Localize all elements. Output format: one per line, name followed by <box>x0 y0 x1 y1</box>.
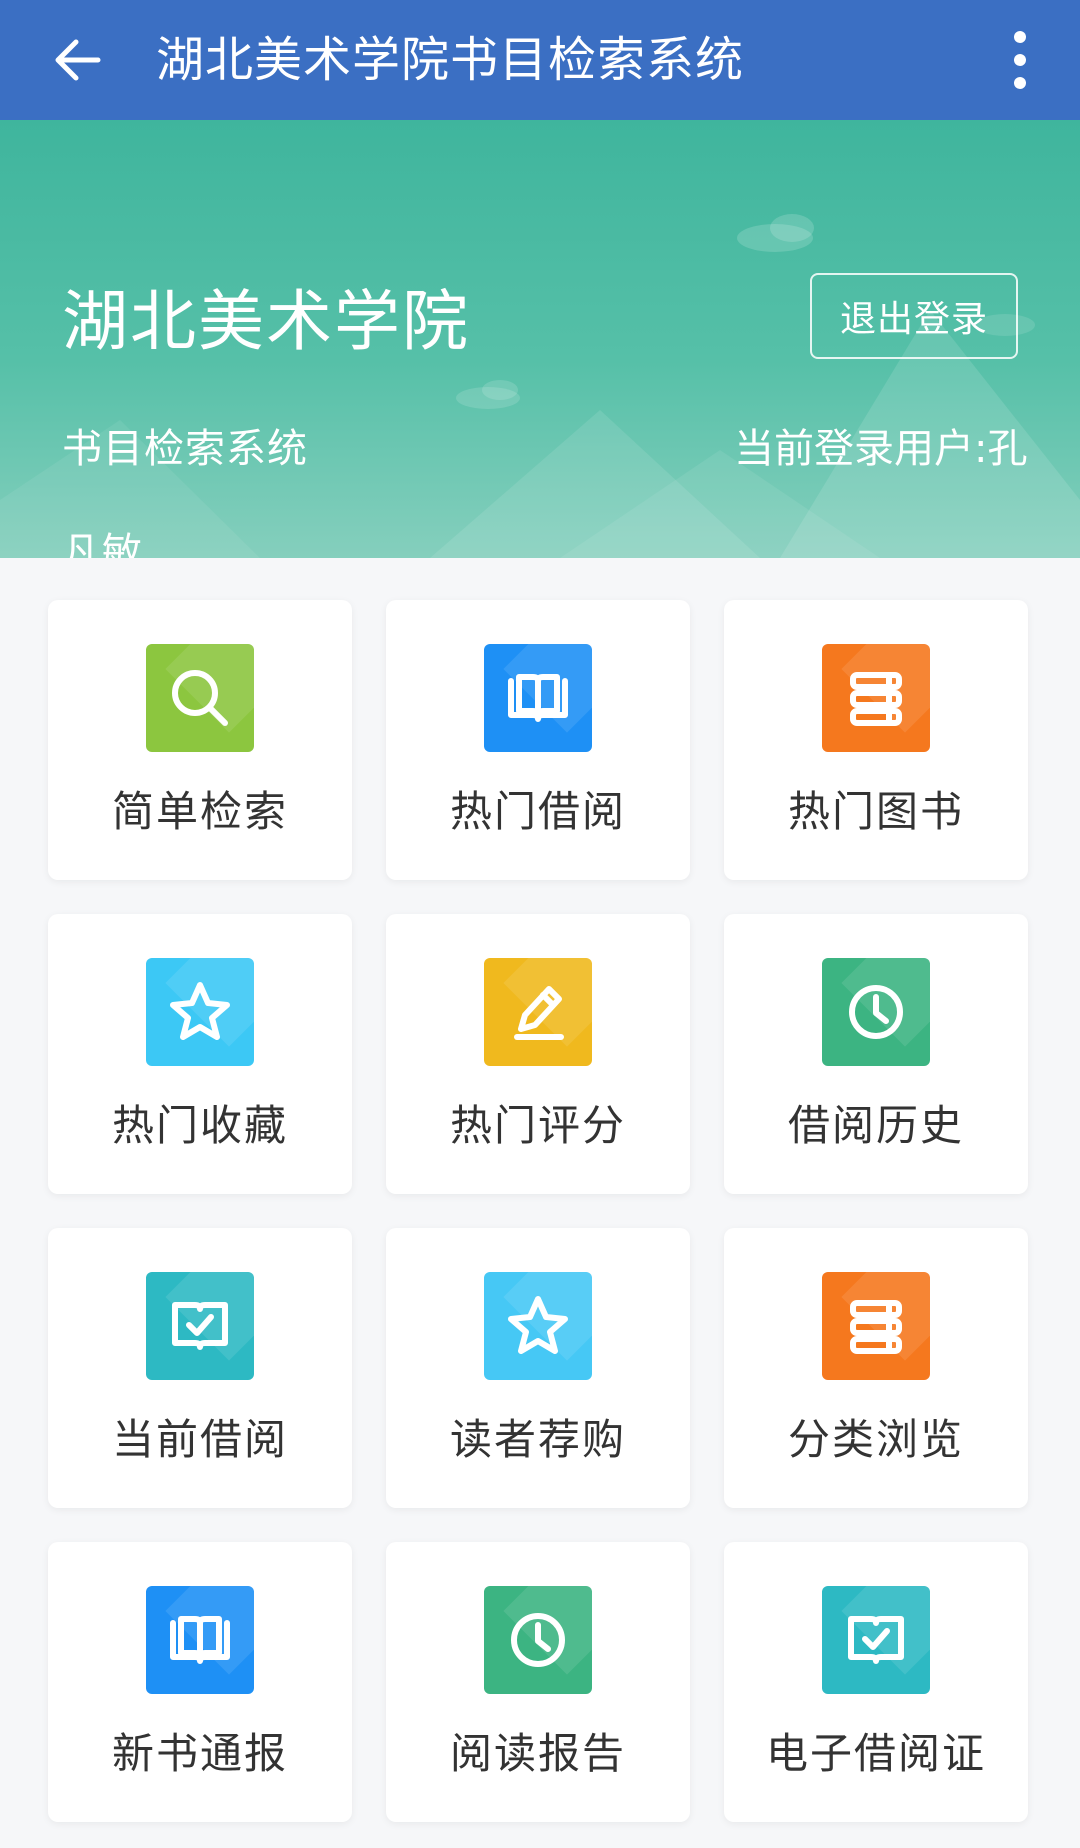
clock-icon <box>822 958 930 1066</box>
menu-tile[interactable]: 读者荐购 <box>386 1228 690 1508</box>
book-stack-icon <box>822 644 930 752</box>
search-icon <box>146 644 254 752</box>
menu-tile-label: 阅读报告 <box>449 1729 626 1778</box>
clock-icon <box>484 1586 592 1694</box>
open-book-icon <box>484 644 592 752</box>
more-vert-dot <box>1014 54 1026 66</box>
menu-tile-label: 读者荐购 <box>449 1415 626 1464</box>
menu-tile[interactable]: 借阅历史 <box>724 914 1028 1194</box>
menu-tile-label: 热门图书 <box>787 787 964 836</box>
arrow-left-icon <box>55 39 101 81</box>
current-user-label: 当前登录用户:孔 <box>734 426 1028 472</box>
back-button[interactable] <box>40 22 116 98</box>
app-title: 湖北美术学院书目检索系统 <box>156 32 745 88</box>
more-options-button[interactable] <box>988 14 1052 106</box>
menu-tile-label: 新书通报 <box>111 1729 288 1778</box>
menu-tile-label: 热门评分 <box>449 1101 626 1150</box>
star-icon <box>146 958 254 1066</box>
menu-tile-label: 热门借阅 <box>449 787 626 836</box>
menu-tile-label: 借阅历史 <box>787 1101 964 1150</box>
banner-title: 湖北美术学院 <box>62 283 470 360</box>
pencil-icon <box>484 958 592 1066</box>
book-check-icon <box>822 1586 930 1694</box>
menu-tile[interactable]: 当前借阅 <box>48 1228 352 1508</box>
open-book-icon <box>146 1586 254 1694</box>
more-vert-icon <box>1014 31 1026 43</box>
menu-tile-label: 分类浏览 <box>787 1415 964 1464</box>
menu-tile[interactable]: 热门评分 <box>386 914 690 1194</box>
menu-tile[interactable]: 热门图书 <box>724 600 1028 880</box>
more-vert-dot <box>1014 77 1026 89</box>
menu-tile-label: 简单检索 <box>111 787 288 836</box>
app-bar: 湖北美术学院书目检索系统 <box>0 0 1080 120</box>
menu-tile-label: 热门收藏 <box>111 1101 288 1150</box>
menu-tile[interactable]: 电子借阅证 <box>724 1542 1028 1822</box>
menu-tile[interactable]: 阅读报告 <box>386 1542 690 1822</box>
menu-tile[interactable]: 热门收藏 <box>48 914 352 1194</box>
header-banner: 湖北美术学院 退出登录 书目检索系统 当前登录用户:孔 凡敏 <box>0 120 1080 558</box>
menu-tile[interactable]: 热门借阅 <box>386 600 690 880</box>
current-user-name-wrapped: 凡敏 <box>62 530 142 558</box>
banner-subtitle: 书目检索系统 <box>62 426 308 472</box>
logout-button[interactable]: 退出登录 <box>810 273 1018 359</box>
menu-tile-label: 当前借阅 <box>111 1415 288 1464</box>
menu-tile-label: 电子借阅证 <box>765 1729 986 1778</box>
menu-tile[interactable]: 简单检索 <box>48 600 352 880</box>
star-icon <box>484 1272 592 1380</box>
book-check-icon <box>146 1272 254 1380</box>
book-stack-icon <box>822 1272 930 1380</box>
menu-tile[interactable]: 新书通报 <box>48 1542 352 1822</box>
menu-tile[interactable]: 分类浏览 <box>724 1228 1028 1508</box>
menu-grid: 简单检索 热门借阅 热门图书热门收藏 热门评分 借阅历史当前借阅 读者荐购 分类浏览新书通报… <box>48 600 1032 1822</box>
